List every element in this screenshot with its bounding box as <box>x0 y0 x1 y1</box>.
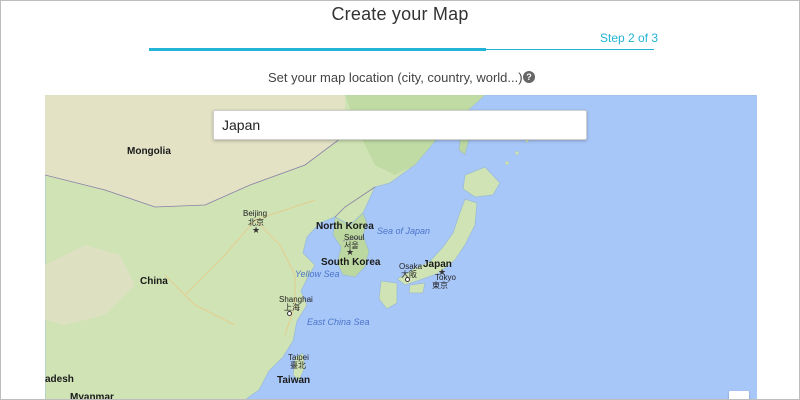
label-yellow-sea: Yellow Sea <box>295 269 340 279</box>
map-zoom-control[interactable] <box>729 391 749 400</box>
city-dot-icon <box>287 311 292 316</box>
shikoku-island <box>408 282 426 294</box>
location-instruction: Set your map location (city, country, wo… <box>268 70 523 85</box>
progress-fill <box>149 48 486 51</box>
map-location-input[interactable] <box>213 110 587 140</box>
map-tiles <box>45 95 755 400</box>
hokkaido-island <box>462 166 501 198</box>
capital-star-icon: ★ <box>252 225 261 235</box>
question-circle-icon[interactable]: ? <box>523 71 535 83</box>
capital-star-icon: ★ <box>438 267 447 277</box>
capital-star-icon: ★ <box>346 247 355 257</box>
label-east-china-sea: East China Sea <box>307 317 370 327</box>
label-north-korea: North Korea <box>316 221 374 232</box>
label-myanmar-partial: Myanmar <box>70 392 114 400</box>
city-dot-icon <box>405 277 410 282</box>
label-taiwan: Taiwan <box>277 375 311 386</box>
label-south-korea: South Korea <box>321 257 381 268</box>
label-china: China <box>140 276 168 287</box>
step-indicator: Step 2 of 3 <box>600 31 659 45</box>
page-title: Create your Map <box>331 4 469 24</box>
label-taipei-local: 臺北 <box>290 361 306 370</box>
map-view[interactable]: Mongolia Beijing 北京 ★ North Korea Sea of… <box>45 95 757 400</box>
label-mongolia: Mongolia <box>127 146 171 157</box>
label-tokyo-local: 東京 <box>432 281 448 290</box>
label-sea-of-japan: Sea of Japan <box>377 226 431 236</box>
kyushu-island <box>378 280 398 310</box>
label-bangladesh-partial: adesh <box>45 374 74 385</box>
